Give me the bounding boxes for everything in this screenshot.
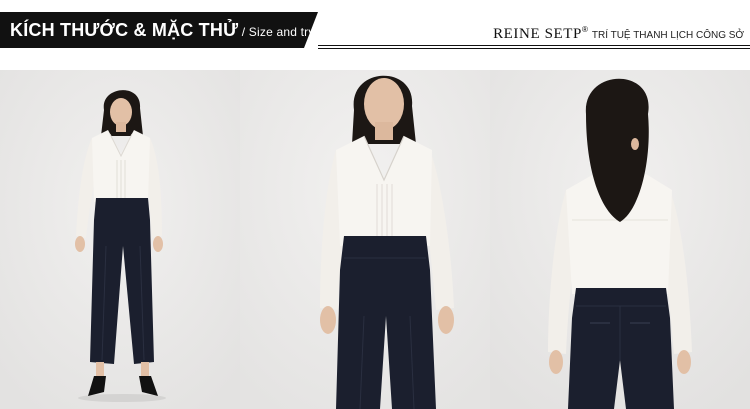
divider-line: [318, 45, 750, 46]
section-subtitle: / Size and try: [238, 25, 315, 39]
photo-close-up-front: [240, 70, 490, 409]
section-banner: KÍCH THƯỚC & MẶC THỬ / Size and try REIN…: [0, 12, 750, 49]
registered-mark: ®: [581, 25, 588, 34]
photo-full-body-front: [0, 70, 240, 409]
model-back-view-illustration: [490, 70, 750, 409]
section-title-text: KÍCH THƯỚC & MẶC THỬ: [10, 20, 239, 40]
divider-line: [318, 48, 750, 49]
model-close-up-illustration: [240, 70, 490, 409]
brand-block: REINE SETP®TRÍ TUỆ THANH LỊCH CÔNG SỞ: [493, 25, 744, 43]
brand-tagline: TRÍ TUỆ THANH LỊCH CÔNG SỞ: [591, 30, 744, 41]
section-title: KÍCH THƯỚC & MẶC THỬ / Size and try: [10, 20, 315, 41]
model-full-body-illustration: [0, 70, 240, 409]
brand-name: REINE SETP: [493, 26, 582, 42]
photo-back-view: [490, 70, 750, 409]
